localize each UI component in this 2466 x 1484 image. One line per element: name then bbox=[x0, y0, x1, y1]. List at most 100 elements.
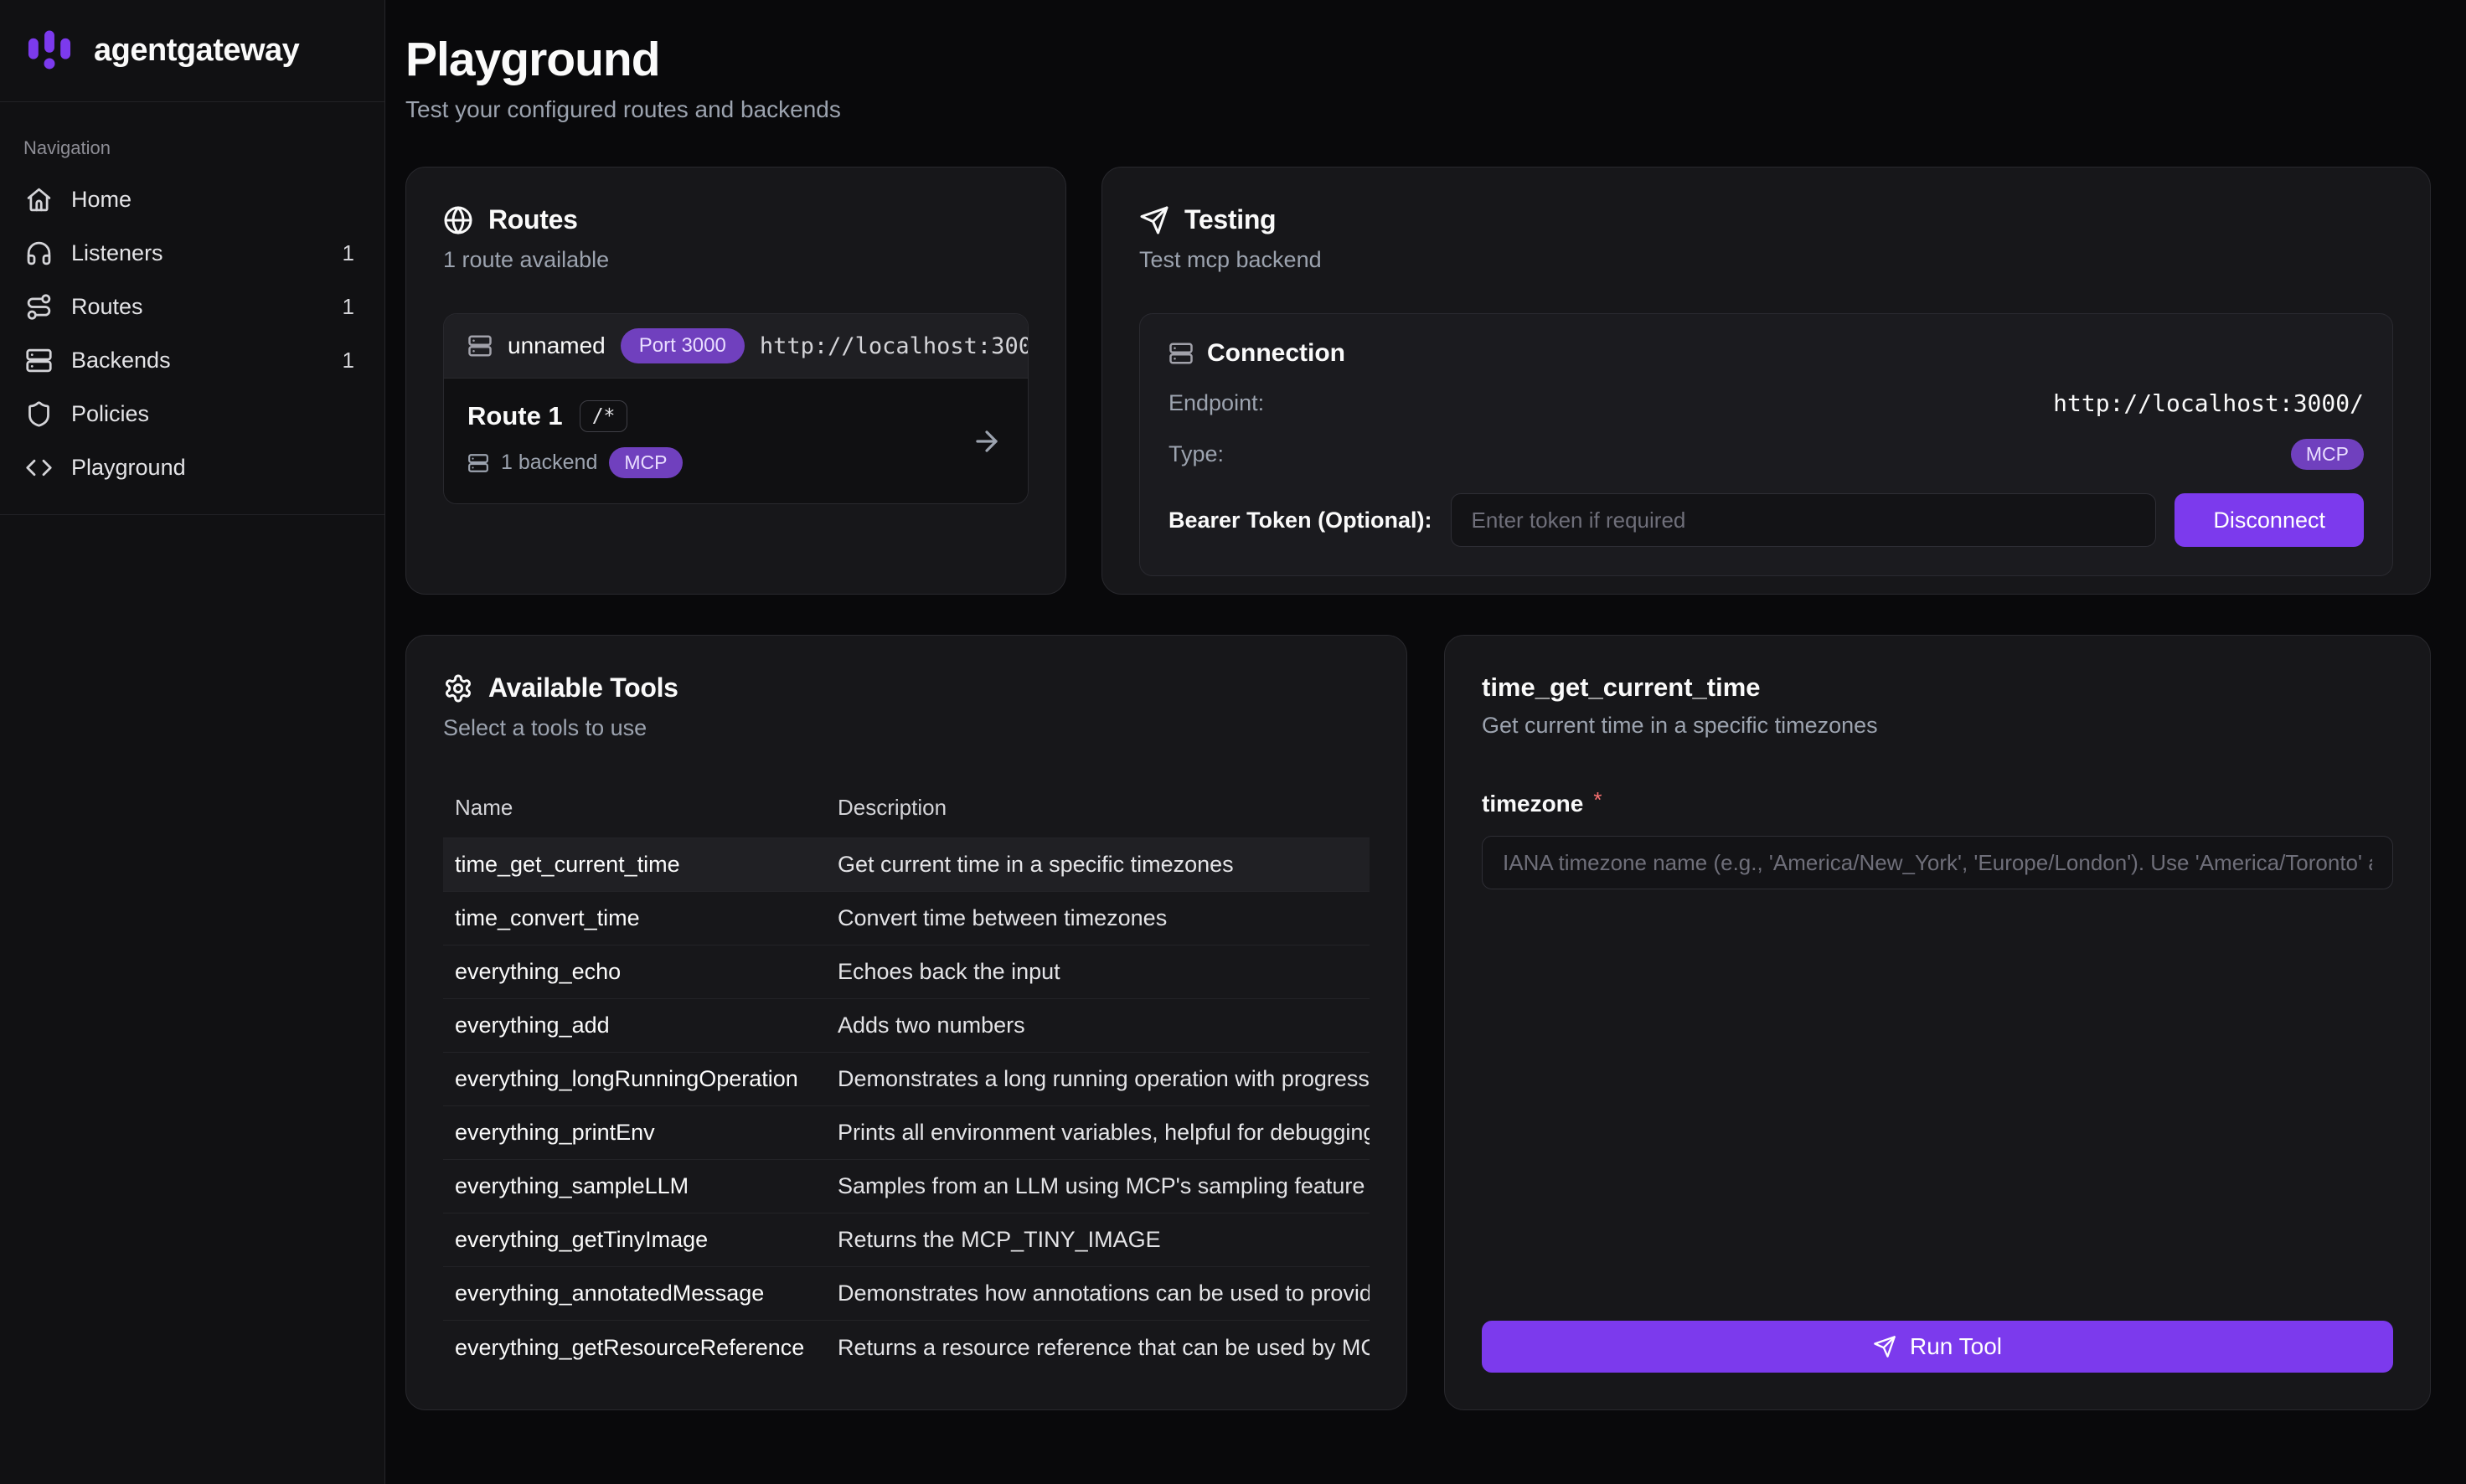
tool-name-cell: everything_longRunningOperation bbox=[443, 1053, 826, 1106]
table-row[interactable]: everything_echo Echoes back the input bbox=[443, 946, 1370, 999]
tool-name-cell: everything_echo bbox=[443, 946, 826, 999]
bearer-token-label: Bearer Token (Optional): bbox=[1169, 508, 1432, 533]
endpoint-label: Endpoint: bbox=[1169, 390, 1264, 416]
agentgateway-logo-icon bbox=[23, 25, 75, 77]
type-label: Type: bbox=[1169, 441, 1224, 467]
table-row[interactable]: everything_sampleLLM Samples from an LLM… bbox=[443, 1160, 1370, 1213]
code-icon bbox=[25, 454, 53, 482]
route-icon bbox=[25, 293, 53, 321]
tool-name-cell: everything_add bbox=[443, 999, 826, 1053]
shield-icon bbox=[25, 400, 53, 428]
routes-card-subtitle: 1 route available bbox=[443, 247, 1029, 273]
tool-description-cell: Returns a resource reference that can be… bbox=[826, 1321, 1370, 1373]
sidebar: agentgateway Navigation Home Listeners 1… bbox=[0, 0, 385, 1484]
table-row[interactable]: everything_add Adds two numbers bbox=[443, 999, 1370, 1053]
headphones-icon bbox=[25, 240, 53, 267]
page-subtitle: Test your configured routes and backends bbox=[405, 96, 2431, 123]
sidebar-item-label: Routes bbox=[71, 294, 324, 320]
listener-group: unnamed Port 3000 http://localhost:3000/… bbox=[443, 313, 1029, 504]
sidebar-item-routes[interactable]: Routes 1 bbox=[12, 280, 373, 333]
tool-description-cell: Demonstrates how annotations can be used… bbox=[826, 1267, 1370, 1321]
tool-description-cell: Adds two numbers bbox=[826, 999, 1370, 1053]
connection-type-badge: MCP bbox=[2291, 439, 2364, 470]
brand: agentgateway bbox=[0, 0, 384, 102]
spacer bbox=[1482, 889, 2393, 1321]
testing-card-subtitle: Test mcp backend bbox=[1139, 247, 2393, 273]
sidebar-item-home[interactable]: Home bbox=[12, 173, 373, 226]
tool-runner-panel: time_get_current_time Get current time i… bbox=[1444, 635, 2431, 1410]
listener-name: unnamed bbox=[508, 332, 606, 359]
route-row[interactable]: Route 1 /* 1 backend MCP bbox=[444, 379, 1028, 503]
send-icon bbox=[1873, 1335, 1896, 1358]
run-tool-button[interactable]: Run Tool bbox=[1482, 1321, 2393, 1373]
send-icon bbox=[1139, 205, 1169, 235]
tool-name-cell: everything_getTinyImage bbox=[443, 1213, 826, 1267]
tool-name-cell: everything_getResourceReference bbox=[443, 1321, 826, 1373]
table-row[interactable]: everything_annotatedMessage Demonstrates… bbox=[443, 1267, 1370, 1321]
home-icon bbox=[25, 186, 53, 214]
disconnect-button[interactable]: Disconnect bbox=[2175, 493, 2364, 547]
sidebar-item-badge: 1 bbox=[343, 240, 359, 266]
timezone-input[interactable] bbox=[1482, 836, 2393, 889]
tool-name-cell: everything_annotatedMessage bbox=[443, 1267, 826, 1321]
table-row[interactable]: everything_getTinyImage Returns the MCP_… bbox=[443, 1213, 1370, 1267]
endpoint-value: http://localhost:3000/ bbox=[2053, 389, 2364, 417]
tools-card-title: Available Tools bbox=[488, 672, 678, 703]
connection-title: Connection bbox=[1207, 339, 1345, 368]
brand-name: agentgateway bbox=[94, 33, 299, 69]
tool-name-cell: time_get_current_time bbox=[443, 838, 826, 892]
tools-card-subtitle: Select a tools to use bbox=[443, 715, 1370, 741]
tool-name-cell: everything_printEnv bbox=[443, 1106, 826, 1160]
route-path-badge: /* bbox=[580, 400, 628, 432]
tool-name-cell: everything_sampleLLM bbox=[443, 1160, 826, 1213]
tool-description-cell: Samples from an LLM using MCP's sampling… bbox=[826, 1160, 1370, 1213]
tool-description-cell: Echoes back the input bbox=[826, 946, 1370, 999]
timezone-field-label: timezone bbox=[1482, 791, 1583, 817]
table-row[interactable]: everything_getResourceReference Returns … bbox=[443, 1321, 1370, 1373]
column-header-name: Name bbox=[443, 783, 826, 838]
main-content: Playground Test your configured routes a… bbox=[385, 0, 2466, 1484]
run-tool-label: Run Tool bbox=[1910, 1333, 2002, 1360]
tool-name-cell: time_convert_time bbox=[443, 892, 826, 946]
page-title: Playground bbox=[405, 32, 2431, 88]
tool-description-cell: Convert time between timezones bbox=[826, 892, 1370, 946]
sidebar-item-label: Home bbox=[71, 187, 359, 213]
sidebar-item-label: Backends bbox=[71, 348, 324, 374]
table-row[interactable]: everything_longRunningOperation Demonstr… bbox=[443, 1053, 1370, 1106]
route-backend-count: 1 backend bbox=[501, 451, 597, 475]
nav-section-label: Navigation bbox=[0, 102, 384, 167]
server-icon bbox=[467, 333, 493, 358]
server-icon bbox=[467, 452, 489, 474]
listener-url: http://localhost:3000/ bbox=[760, 333, 1029, 359]
table-row[interactable]: time_get_current_time Get current time i… bbox=[443, 838, 1370, 892]
routes-card-title: Routes bbox=[488, 204, 578, 235]
connection-panel: Connection Endpoint: http://localhost:30… bbox=[1139, 313, 2393, 576]
tool-runner-subtitle: Get current time in a specific timezones bbox=[1482, 713, 2393, 739]
table-row[interactable]: time_convert_time Convert time between t… bbox=[443, 892, 1370, 946]
sidebar-nav: Home Listeners 1 Routes 1 Backends 1 bbox=[0, 167, 384, 515]
tool-description-cell: Prints all environment variables, helpfu… bbox=[826, 1106, 1370, 1160]
column-header-description: Description bbox=[826, 783, 1370, 838]
sidebar-item-listeners[interactable]: Listeners 1 bbox=[12, 226, 373, 280]
routes-card: Routes 1 route available unnamed Port 30… bbox=[405, 167, 1066, 595]
sidebar-item-policies[interactable]: Policies bbox=[12, 387, 373, 441]
testing-card: Testing Test mcp backend Connection Endp… bbox=[1101, 167, 2431, 595]
sidebar-item-playground[interactable]: Playground bbox=[12, 441, 373, 494]
bearer-token-input[interactable] bbox=[1451, 493, 2157, 547]
sidebar-item-label: Listeners bbox=[71, 240, 324, 266]
tool-description-cell: Get current time in a specific timezones bbox=[826, 838, 1370, 892]
gear-icon bbox=[443, 673, 473, 703]
testing-card-title: Testing bbox=[1184, 204, 1276, 235]
tool-runner-title: time_get_current_time bbox=[1482, 672, 2393, 703]
globe-icon bbox=[443, 205, 473, 235]
listener-row[interactable]: unnamed Port 3000 http://localhost:3000/ bbox=[444, 314, 1028, 379]
arrow-right-icon[interactable] bbox=[971, 425, 1003, 457]
sidebar-item-label: Policies bbox=[71, 401, 359, 427]
server-icon bbox=[1169, 341, 1194, 366]
available-tools-card: Available Tools Select a tools to use Na… bbox=[405, 635, 1407, 1410]
table-row[interactable]: everything_printEnv Prints all environme… bbox=[443, 1106, 1370, 1160]
sidebar-item-badge: 1 bbox=[343, 294, 359, 320]
required-asterisk: * bbox=[1593, 787, 1602, 813]
sidebar-item-backends[interactable]: Backends 1 bbox=[12, 333, 373, 387]
tool-description-cell: Returns the MCP_TINY_IMAGE bbox=[826, 1213, 1370, 1267]
